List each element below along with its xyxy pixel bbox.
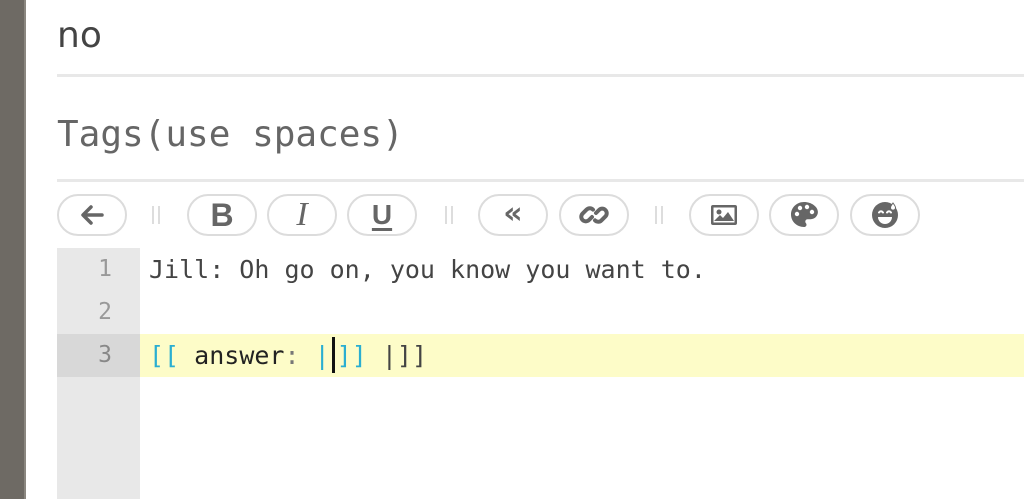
tags-input[interactable]	[57, 108, 997, 160]
color-button[interactable]	[769, 194, 839, 236]
quote-icon: «	[503, 195, 523, 231]
code-editor[interactable]: 1 Jill: Oh go on, you know you want to. …	[57, 248, 1024, 499]
field-divider	[57, 74, 1024, 77]
open-brackets: [[	[149, 341, 180, 370]
left-panel-edge	[0, 0, 26, 499]
pipe: |	[314, 341, 330, 370]
line-text: [[ answer: |]] |]]	[149, 334, 427, 377]
back-button[interactable]	[57, 194, 127, 236]
underline-button[interactable]: U	[347, 194, 417, 236]
toolbar-separator	[152, 206, 160, 224]
emoji-icon	[872, 202, 898, 228]
text-cursor	[331, 337, 335, 373]
emoji-button[interactable]	[850, 194, 920, 236]
toolbar-separator	[445, 206, 453, 224]
editor-line[interactable]: 1 Jill: Oh go on, you know you want to.	[57, 248, 1024, 291]
toolbar-separator	[655, 206, 663, 224]
trailing-text: |]]	[381, 341, 427, 370]
link-icon	[579, 206, 609, 224]
image-icon	[711, 205, 737, 225]
answer-field-value[interactable]: no	[57, 14, 102, 58]
line-number: 2	[98, 299, 112, 325]
keyword-answer: answer	[194, 341, 285, 370]
bold-icon: B	[210, 196, 234, 233]
tags-divider	[57, 179, 1024, 182]
editor-line[interactable]: 2	[57, 291, 1024, 334]
colon: :	[284, 341, 300, 370]
back-arrow-icon	[81, 205, 104, 225]
line-text: Jill: Oh go on, you know you want to.	[149, 255, 706, 284]
italic-button[interactable]: I	[267, 194, 337, 236]
link-button[interactable]	[559, 194, 629, 236]
line-number: 3	[57, 334, 140, 377]
palette-icon	[791, 202, 818, 227]
line-number: 1	[98, 256, 112, 282]
editor-line-active[interactable]: 3 [[ answer: |]] |]]	[57, 334, 1024, 377]
bold-button[interactable]: B	[187, 194, 257, 236]
image-button[interactable]	[689, 194, 759, 236]
quote-button[interactable]: «	[478, 194, 548, 236]
italic-icon: I	[296, 196, 308, 233]
underline-icon: U	[371, 199, 393, 230]
close-brackets: ]]	[336, 341, 367, 370]
